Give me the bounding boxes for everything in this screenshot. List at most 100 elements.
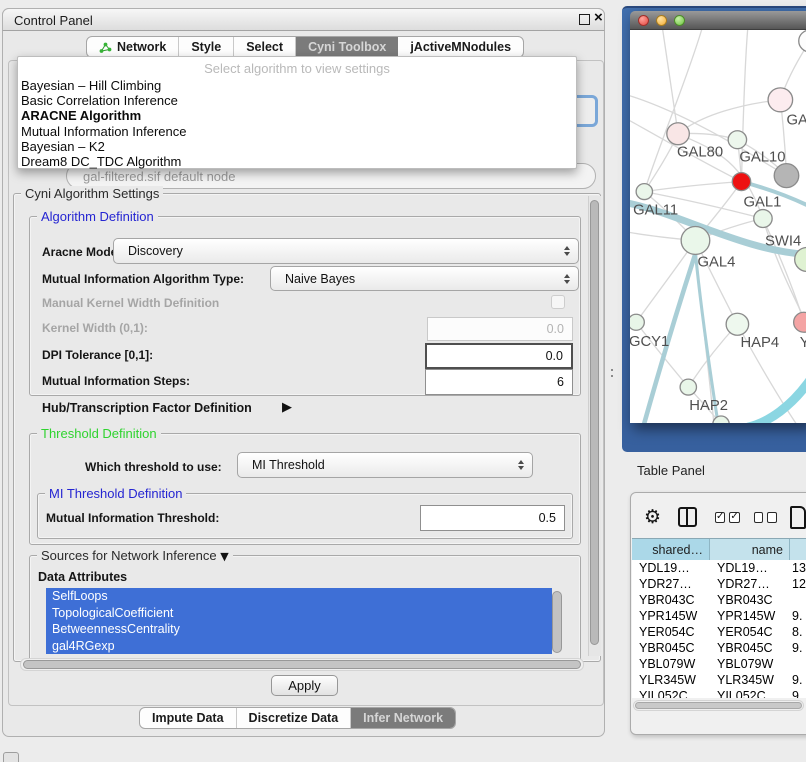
scrollbar-thumb[interactable]	[23, 660, 581, 669]
mi-algorithm-type-select[interactable]: Naive Bayes	[270, 266, 579, 291]
network-graph[interactable]: GAL2GAL80GAL10GAL11GAL1SWI4GAL4GCY1HAP4Y…	[630, 30, 806, 423]
network-node-gal10[interactable]	[728, 131, 746, 149]
network-node-y-node[interactable]	[794, 312, 806, 332]
zoom-traffic-light-icon[interactable]	[674, 15, 685, 26]
mi-threshold-input[interactable]: 0.5	[420, 505, 565, 531]
table-cell: 9.	[790, 673, 806, 687]
algorithm-option-basic-correlation-inference[interactable]: Basic Correlation Inference	[18, 93, 576, 108]
attribute-option-selfloops[interactable]: SelfLoops	[46, 588, 552, 605]
sources-title[interactable]: Sources for Network Inference ▼	[37, 548, 233, 563]
network-node-hap2[interactable]	[680, 379, 696, 395]
node-label-gal10: GAL10	[739, 150, 785, 166]
mi-steps-input[interactable]: 6	[425, 369, 573, 395]
minimize-traffic-light-icon[interactable]	[656, 15, 667, 26]
column-header-0[interactable]: shared…	[632, 539, 710, 560]
float-window-icon[interactable]	[579, 14, 590, 25]
expanded-arrow-icon[interactable]: ▼	[220, 550, 228, 563]
split-divider-handle[interactable]	[609, 367, 615, 379]
attribute-option-topologicalcoefficient[interactable]: TopologicalCoefficient	[46, 605, 552, 622]
table-horizontal-scrollbar[interactable]	[633, 700, 804, 711]
network-edge[interactable]	[644, 30, 701, 192]
tab-select[interactable]: Select	[234, 37, 296, 57]
table-row[interactable]: YLR345WYLR345W9.	[632, 672, 806, 688]
table-row[interactable]: YDR27…YDR27…12	[632, 576, 806, 592]
table-cell: YDR27…	[632, 577, 710, 591]
network-edge[interactable]	[688, 324, 737, 387]
attribute-list-scrollbar[interactable]	[552, 591, 562, 653]
tab-network[interactable]: Network	[87, 37, 179, 57]
desktop: Control Panel × NetworkStyleSelectCyni T…	[0, 0, 806, 762]
tab-discretize-data[interactable]: Discretize Data	[237, 708, 352, 728]
network-node-hap4[interactable]	[726, 313, 749, 335]
network-node-gal4[interactable]	[681, 227, 710, 255]
kernel-width-input[interactable]: 0.0	[427, 317, 573, 341]
settings-horizontal-scrollbar[interactable]	[20, 658, 584, 671]
network-edge[interactable]	[749, 380, 806, 423]
attribute-option-gal4rgexp[interactable]: gal4RGexp	[46, 638, 552, 655]
aracne-mode-select[interactable]: Discovery	[113, 238, 579, 264]
control-panel-tabs: NetworkStyleSelectCyni ToolboxjActiveMNo…	[86, 36, 524, 58]
close-icon[interactable]: ×	[594, 9, 603, 26]
table-cell: 9.	[790, 641, 806, 655]
column-header-2[interactable]	[790, 539, 806, 560]
network-node-gray-node[interactable]	[774, 164, 799, 188]
network-node-gal80[interactable]	[667, 123, 690, 145]
network-window[interactable]: GAL2GAL80GAL10GAL11GAL1SWI4GAL4GCY1HAP4Y…	[630, 11, 806, 423]
node-label-gcy1: GCY1	[630, 334, 669, 350]
network-canvas[interactable]: GAL2GAL80GAL10GAL11GAL1SWI4GAL4GCY1HAP4Y…	[630, 30, 806, 423]
table-cell: YIL052C	[632, 689, 710, 698]
network-node-partial-top[interactable]	[799, 30, 806, 52]
uncheck-all-icon[interactable]	[767, 512, 776, 523]
algorithm-option-mutual-information-inference[interactable]: Mutual Information Inference	[18, 124, 576, 139]
table-cell: 8.	[790, 625, 806, 639]
attribute-option-betweennesscentrality[interactable]: BetweennessCentrality	[46, 621, 552, 638]
table-cell: 13	[790, 561, 806, 575]
split-columns-icon[interactable]	[678, 507, 697, 527]
scrollbar-thumb[interactable]	[635, 702, 802, 709]
algorithm-option-bayesian-k2[interactable]: Bayesian – K2	[18, 139, 576, 154]
network-node-gal2[interactable]	[768, 88, 793, 112]
network-node-gal11[interactable]	[636, 184, 652, 200]
network-edge[interactable]	[644, 182, 741, 192]
tab-infer-network[interactable]: Infer Network	[351, 708, 455, 728]
which-threshold-select[interactable]: MI Threshold	[237, 452, 533, 478]
algorithm-option-dream8-dc-tdc-algorithm[interactable]: Dream8 DC_TDC Algorithm	[18, 154, 576, 169]
manual-kernel-width-checkbox[interactable]	[551, 295, 565, 309]
data-attributes-list[interactable]: SelfLoopsTopologicalCoefficientBetweenne…	[46, 588, 552, 654]
hub-definition-toggle[interactable]: Hub/Transcription Factor Definition	[42, 401, 252, 415]
table-row[interactable]: YPR145WYPR145W9.	[632, 608, 806, 624]
table-row[interactable]: YER054CYER054C8.	[632, 624, 806, 640]
tab-cyni-toolbox[interactable]: Cyni Toolbox	[296, 37, 398, 57]
network-edge[interactable]	[678, 100, 780, 134]
table-cell: 12	[790, 577, 806, 591]
algorithm-option-bayesian-hill-climbing[interactable]: Bayesian – Hill Climbing	[18, 78, 576, 93]
check-all-icon[interactable]: ✓	[715, 512, 725, 523]
column-header-1[interactable]: name	[710, 539, 790, 560]
settings-vertical-scrollbar[interactable]	[588, 196, 601, 656]
table-row[interactable]: YIL052CYIL052C9.	[632, 688, 806, 698]
network-node-gal1[interactable]	[754, 210, 772, 228]
settings-gear-icon[interactable]: ⚙	[644, 508, 661, 527]
tab-jactivemnodules[interactable]: jActiveMNodules	[398, 37, 523, 57]
tab-style[interactable]: Style	[179, 37, 234, 57]
check-all-icon[interactable]: ✓	[729, 512, 739, 523]
collapsed-arrow-icon[interactable]: ▶	[282, 400, 292, 415]
close-traffic-light-icon[interactable]	[638, 15, 649, 26]
table-header: shared…name	[632, 538, 806, 561]
table-row[interactable]: YBR045CYBR045C9.	[632, 640, 806, 656]
table-row[interactable]: YBR043CYBR043C	[632, 592, 806, 608]
tab-impute-data[interactable]: Impute Data	[140, 708, 237, 728]
mi-threshold-definition-title: MI Threshold Definition	[45, 486, 186, 501]
apply-button[interactable]: Apply	[271, 675, 338, 696]
network-node-red-node[interactable]	[732, 173, 750, 191]
network-window-titlebar[interactable]	[630, 11, 806, 30]
table-row[interactable]: YBL079WYBL079W	[632, 656, 806, 672]
scrollbar-thumb[interactable]	[590, 200, 599, 645]
algorithm-option-aracne-algorithm[interactable]: ARACNE Algorithm	[18, 108, 576, 123]
dpi-tolerance-input[interactable]: 0.0	[425, 343, 573, 369]
uncheck-all-icon[interactable]	[754, 512, 763, 523]
network-node-gcy1[interactable]	[630, 314, 644, 330]
new-document-icon[interactable]	[790, 506, 806, 529]
table-row[interactable]: YDL19…YDL19…13	[632, 560, 806, 576]
minimized-panel-button[interactable]	[3, 752, 19, 762]
